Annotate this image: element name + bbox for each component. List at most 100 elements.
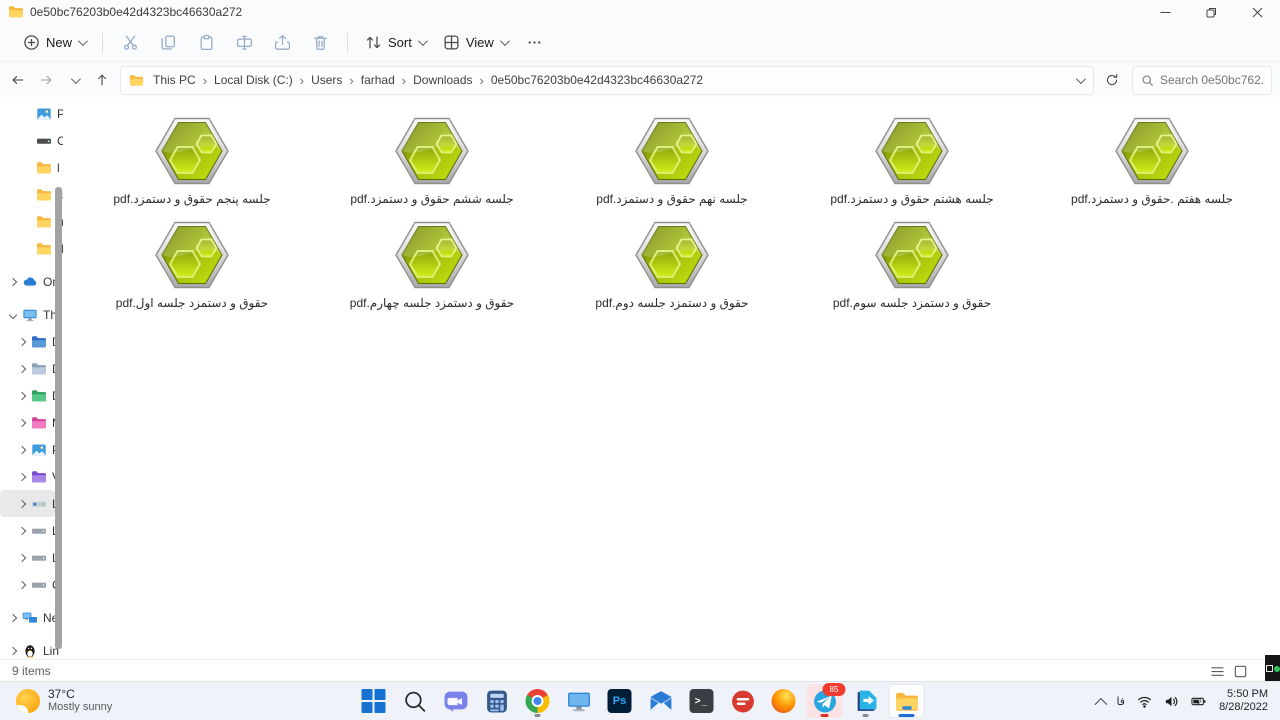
restore-button[interactable] xyxy=(1188,0,1234,24)
sidebar-item[interactable]: M xyxy=(0,409,55,436)
breadcrumb-item[interactable]: farhad xyxy=(356,71,400,89)
sidebar-item[interactable]: L xyxy=(0,517,55,544)
weather-widget[interactable]: 37°C Mostly sunny xyxy=(10,685,118,716)
taskbar-red-app-icon[interactable] xyxy=(725,684,761,718)
breadcrumb-item[interactable]: 0e50bc76203b0e42d4323bc46630a272 xyxy=(486,71,708,89)
file-item[interactable]: جلسه هشتم حقوق و دستمزد.pdf xyxy=(792,109,1032,213)
search-box[interactable]: Search 0e50bc762... xyxy=(1132,66,1272,95)
paste-button[interactable] xyxy=(187,28,225,58)
taskbar-mail-icon[interactable] xyxy=(643,684,679,718)
sidebar-item[interactable]: L xyxy=(0,544,55,571)
recent-locations-button[interactable] xyxy=(60,66,88,94)
file-list-area[interactable]: جلسه پنجم حقوق و دستمزد.pdfجلسه ششم حقوق… xyxy=(63,97,1280,660)
taskbar-calculator-icon[interactable] xyxy=(479,684,515,718)
taskbar-terminal-icon[interactable]: >_ xyxy=(684,684,720,718)
file-item[interactable]: جلسه هفتم .حقوق و دستمزد.pdf xyxy=(1032,109,1272,213)
chevron-right-icon[interactable] xyxy=(17,582,27,588)
taskbar-search-icon[interactable] xyxy=(397,684,433,718)
new-button[interactable]: New xyxy=(14,28,94,58)
taskbar-sharex-icon[interactable] xyxy=(848,684,884,718)
wifi-icon[interactable] xyxy=(1132,686,1157,716)
taskbar-telegram-icon[interactable]: 85 xyxy=(807,684,843,718)
chevron-right-icon[interactable] xyxy=(8,279,18,285)
sort-button[interactable]: Sort xyxy=(356,28,434,58)
hidden-icons-button[interactable] xyxy=(1090,686,1109,716)
delete-button[interactable] xyxy=(301,28,339,58)
sidebar-item[interactable]: V xyxy=(0,463,55,490)
details-view-icon[interactable] xyxy=(1210,664,1225,679)
volume-icon[interactable] xyxy=(1159,686,1184,716)
battery-icon[interactable] xyxy=(1186,686,1211,716)
rename-button[interactable] xyxy=(225,28,263,58)
taskbar-windows-icon[interactable] xyxy=(356,684,392,718)
chevron-right-icon[interactable] xyxy=(17,393,27,399)
sidebar-item[interactable]: c xyxy=(0,181,55,208)
taskbar-firefox-icon[interactable] xyxy=(766,684,802,718)
sidebar-item[interactable]: l xyxy=(0,154,55,181)
up-button[interactable] xyxy=(88,66,116,94)
chevron-right-icon[interactable] xyxy=(17,555,27,561)
taskbar-photoshop-icon[interactable]: Ps xyxy=(602,684,638,718)
more-options-button[interactable] xyxy=(516,28,554,58)
chevron-right-icon[interactable] xyxy=(17,447,27,453)
share-button[interactable] xyxy=(263,28,301,58)
file-item[interactable]: حقوق و دستمزد جلسه اول.pdf xyxy=(72,213,312,317)
copy-button[interactable] xyxy=(149,28,187,58)
sidebar-item[interactable]: On xyxy=(0,268,55,295)
clock[interactable]: 5:50 PM 8/28/2022 xyxy=(1213,688,1274,714)
file-name: حقوق و دستمزد جلسه دوم.pdf xyxy=(595,296,748,310)
taskbar-chat-icon[interactable] xyxy=(438,684,474,718)
sidebar-item[interactable]: D xyxy=(0,382,55,409)
file-item[interactable]: حقوق و دستمزد جلسه سوم.pdf xyxy=(792,213,1032,317)
sidebar-item[interactable]: C xyxy=(0,127,55,154)
file-item[interactable]: حقوق و دستمزد جلسه چهارم.pdf xyxy=(312,213,552,317)
chevron-right-icon[interactable] xyxy=(8,648,18,654)
chevron-down-icon[interactable] xyxy=(8,312,18,318)
close-button[interactable] xyxy=(1234,0,1280,24)
sidebar-item[interactable]: Th xyxy=(0,301,55,328)
sidebar-item[interactable]: u xyxy=(0,208,55,235)
file-item[interactable]: جلسه نهم حقوق و دستمزد.pdf xyxy=(552,109,792,213)
sidebar-item[interactable]: Ne xyxy=(0,604,55,631)
chevron-right-icon[interactable] xyxy=(17,501,27,507)
cut-button[interactable] xyxy=(111,28,149,58)
breadcrumb-item[interactable]: This PC xyxy=(148,71,201,89)
pdf-hexagon-file-icon xyxy=(392,215,472,295)
sidebar-item[interactable]: C xyxy=(0,571,55,598)
file-item[interactable]: حقوق و دستمزد جلسه دوم.pdf xyxy=(552,213,792,317)
taskbar-monitor-icon[interactable] xyxy=(561,684,597,718)
chevron-right-icon[interactable] xyxy=(17,474,27,480)
screen-recorder-indicator[interactable] xyxy=(1265,655,1280,682)
sidebar-item[interactable]: L xyxy=(0,490,55,517)
taskbar-chrome-icon[interactable] xyxy=(520,684,556,718)
back-button[interactable] xyxy=(4,66,32,94)
address-dropdown-chevron-icon[interactable] xyxy=(1076,74,1086,84)
minimize-button[interactable] xyxy=(1142,0,1188,24)
sidebar-scrollbar[interactable] xyxy=(55,187,62,649)
language-indicator[interactable]: فا xyxy=(1111,686,1130,716)
large-icons-view-icon[interactable] xyxy=(1233,664,1248,679)
forward-button[interactable] xyxy=(32,66,60,94)
breadcrumb-item[interactable]: Users xyxy=(306,71,347,89)
chevron-right-icon[interactable] xyxy=(17,366,27,372)
chevron-right-icon[interactable] xyxy=(8,615,18,621)
sidebar-item[interactable]: P xyxy=(0,100,55,127)
sidebar-item[interactable]: D xyxy=(0,328,55,355)
pictures-icon xyxy=(31,442,47,458)
breadcrumb-item[interactable]: Local Disk (C:) xyxy=(209,71,298,89)
file-item[interactable]: جلسه پنجم حقوق و دستمزد.pdf xyxy=(72,109,312,213)
sidebar-item[interactable]: P xyxy=(0,436,55,463)
breadcrumb-item[interactable]: Downloads xyxy=(408,71,477,89)
refresh-button[interactable] xyxy=(1098,66,1126,94)
sidebar-item[interactable]: D xyxy=(0,355,55,382)
weather-condition: Mostly sunny xyxy=(48,701,112,714)
chevron-right-icon[interactable] xyxy=(17,339,27,345)
chevron-right-icon[interactable] xyxy=(17,420,27,426)
file-item[interactable]: جلسه ششم حقوق و دستمزد.pdf xyxy=(312,109,552,213)
breadcrumb[interactable]: This PC›Local Disk (C:)›Users›farhad›Dow… xyxy=(120,66,1094,95)
taskbar-explorer-icon[interactable] xyxy=(889,684,925,718)
chevron-right-icon[interactable] xyxy=(17,528,27,534)
view-button[interactable]: View xyxy=(434,28,516,58)
sidebar-item[interactable]: d xyxy=(0,235,55,262)
sidebar-item[interactable]: Lin xyxy=(0,637,55,660)
